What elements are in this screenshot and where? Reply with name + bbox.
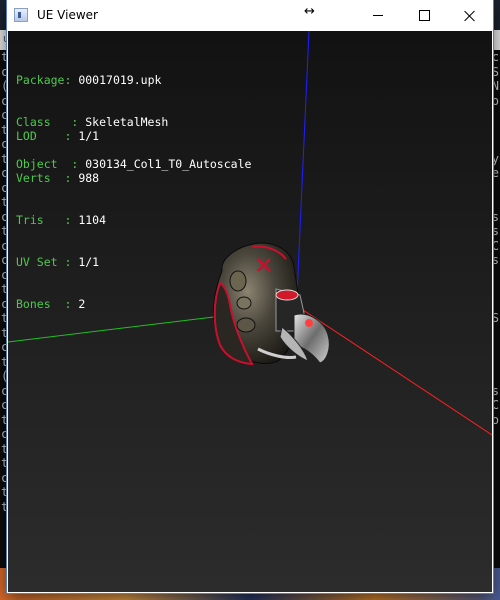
x-axis-line xyxy=(296,305,492,436)
mesh-stats-panel: LOD : 1/1 Verts : 988 Tris : 1104 UV Set… xyxy=(16,101,106,339)
uv-set-value: 1/1 xyxy=(78,255,100,269)
desktop: u tc(cctctcctctccctcttct(cctcttctt cSNoy… xyxy=(0,0,500,600)
3d-viewport[interactable]: Package: 00017019.upk Class : SkeletalMe… xyxy=(8,31,492,592)
lod-label: LOD xyxy=(16,129,37,143)
minimize-button[interactable] xyxy=(355,0,401,31)
uv-set-row: UV Set : 1/1 xyxy=(16,255,100,269)
z-axis-line xyxy=(296,31,310,297)
tris-label: Tris xyxy=(16,213,44,227)
bones-row: Bones : 2 xyxy=(16,297,86,311)
skeletal-mesh-model xyxy=(213,242,330,366)
object-value: 030134_Col1_T0_Autoscale xyxy=(85,157,252,171)
lod-row: LOD : 1/1 xyxy=(16,129,100,143)
verts-value: 988 xyxy=(78,171,100,185)
bones-label: Bones xyxy=(16,297,51,311)
ue-viewer-window[interactable]: UE Viewer ↔ Package: 00017019.upk Class … xyxy=(7,0,493,593)
app-icon[interactable] xyxy=(14,8,28,22)
close-icon xyxy=(464,10,476,22)
bones-value: 2 xyxy=(78,297,86,311)
minimize-icon xyxy=(373,15,383,16)
package-row: Package: 00017019.upk xyxy=(16,73,162,87)
tris-value: 1104 xyxy=(78,213,107,227)
lod-value: 1/1 xyxy=(78,129,100,143)
close-button[interactable] xyxy=(447,0,493,31)
uv-set-label: UV Set xyxy=(16,255,58,269)
package-value: 00017019.upk xyxy=(78,73,162,87)
resize-cursor-icon: ↔ xyxy=(304,4,315,19)
maximize-icon xyxy=(418,10,430,21)
maximize-button[interactable] xyxy=(401,0,447,31)
verts-row: Verts : 988 xyxy=(16,171,100,185)
tris-row: Tris : 1104 xyxy=(16,213,107,227)
window-title: UE Viewer xyxy=(37,8,98,22)
verts-label: Verts xyxy=(16,171,51,185)
title-bar[interactable]: UE Viewer ↔ xyxy=(7,0,493,31)
package-label: Package xyxy=(16,73,65,87)
